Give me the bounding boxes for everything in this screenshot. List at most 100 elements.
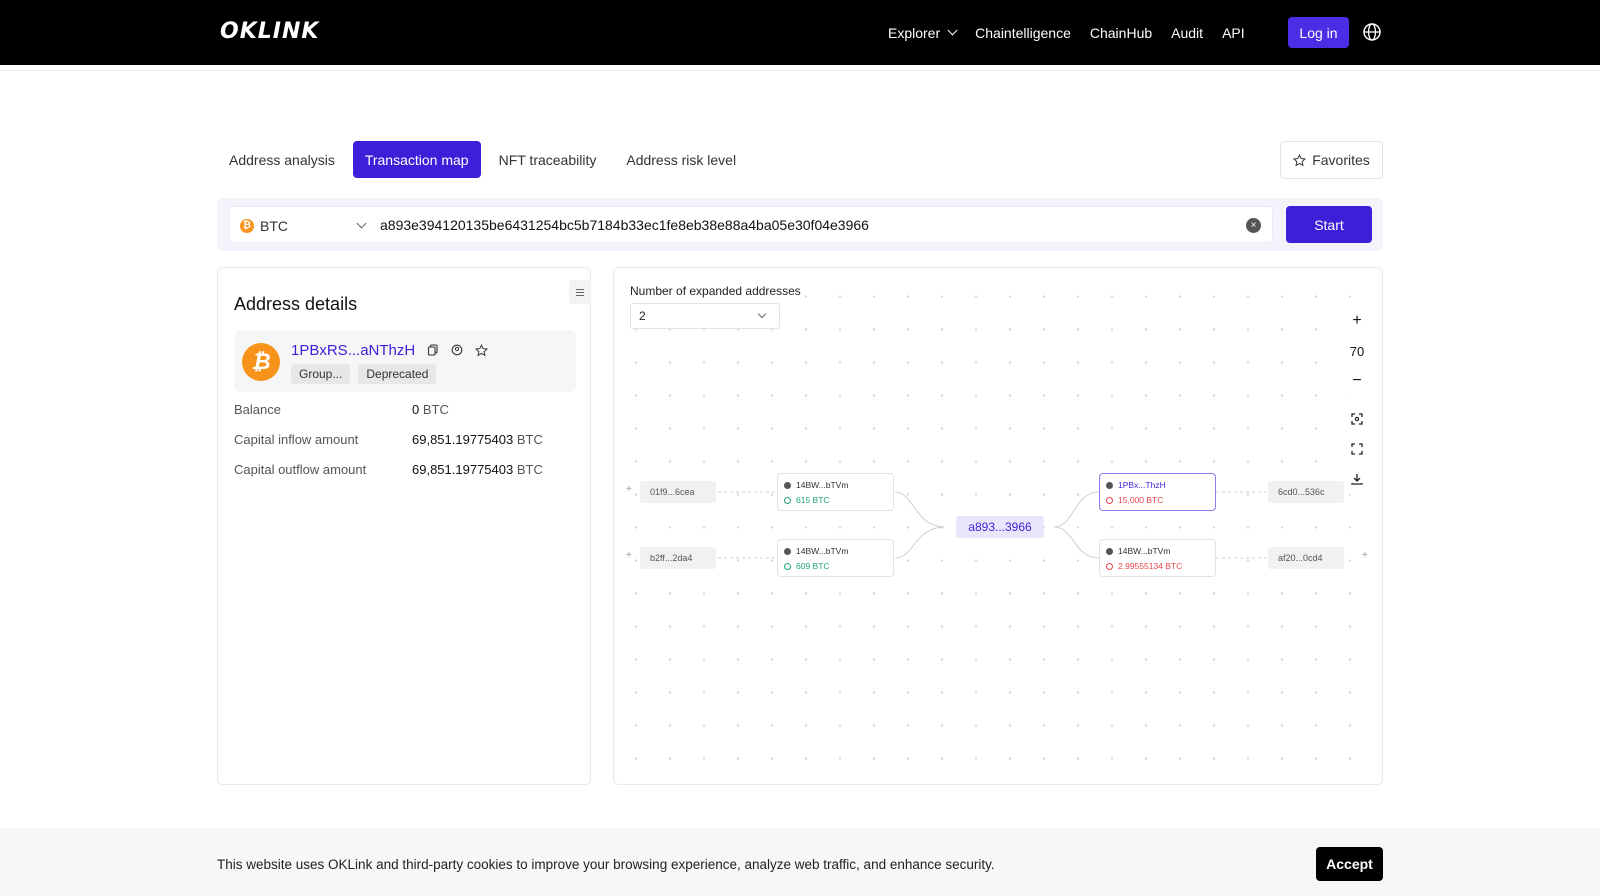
inflow-unit: BTC [516, 432, 543, 447]
bitcoin-icon: ₿ [240, 218, 254, 233]
chevron-down-icon [356, 218, 367, 229]
address-details-title: Address details [234, 294, 358, 314]
output-tx-hash: 6cd0...536c [1278, 487, 1325, 497]
favorite-star-icon[interactable] [474, 343, 488, 357]
expand-plus-icon[interactable]: + [1362, 550, 1368, 561]
tab-nft-traceability[interactable]: NFT traceability [487, 141, 609, 178]
download-icon[interactable] [1342, 464, 1372, 494]
input-amount: 609 BTC [796, 561, 830, 571]
address-details-panel: Address details ₿ 1PBxRS...aNThzH Group.… [217, 267, 591, 785]
collapse-panel-icon[interactable] [569, 280, 591, 304]
nav-explorer[interactable]: Explorer [888, 24, 958, 41]
search-box: ₿ BTC × [229, 206, 1273, 243]
balance-label: Balance [234, 402, 281, 417]
balance-unit: BTC [422, 402, 449, 417]
inflow-row: Capital inflow amount 69,851.19775403 BT… [234, 432, 543, 447]
search-input[interactable] [380, 207, 1230, 242]
nav-explorer-label: Explorer [888, 24, 941, 41]
clear-icon[interactable]: × [1246, 218, 1261, 233]
inflow-icon [784, 562, 791, 570]
output-tx-node[interactable]: af20...0cd4 [1268, 547, 1344, 569]
chain-select[interactable]: ₿ BTC [240, 207, 370, 244]
input-amount: 615 BTC [796, 495, 830, 505]
outflow-icon [1106, 496, 1113, 504]
main-nav: Explorer Chaintelligence ChainHub Audit … [888, 0, 1245, 65]
nav-chaintelligence[interactable]: Chaintelligence [975, 25, 1071, 41]
balance-value: 0 [412, 402, 420, 417]
transaction-map-panel[interactable]: Number of expanded addresses 2 + 70 − + … [613, 267, 1383, 785]
bitcoin-icon: ₿ [242, 343, 280, 381]
output-amount: 2.99555134 BTC [1118, 561, 1183, 571]
output-address: 14BW...bTVm [1118, 546, 1171, 556]
globe-icon[interactable] [1362, 22, 1382, 42]
search-bar: ₿ BTC × Start [217, 198, 1383, 251]
address-link[interactable]: 1PBxRS...aNThzH [291, 342, 415, 359]
address-dot-icon [784, 481, 791, 489]
address-actions [426, 343, 488, 357]
chevron-down-icon [757, 309, 767, 319]
tab-address-analysis[interactable]: Address analysis [217, 141, 347, 178]
input-tx-node[interactable]: b2ff...2da4 [640, 547, 716, 569]
cookie-banner: This website uses OKLink and third-party… [0, 828, 1600, 896]
outflow-label: Capital outflow amount [234, 462, 367, 477]
tab-address-risk-level[interactable]: Address risk level [614, 141, 748, 178]
favorites-label: Favorites [1312, 152, 1370, 168]
center-transaction-node[interactable]: a893...3966 [956, 516, 1044, 538]
input-tx-hash: b2ff...2da4 [650, 553, 693, 563]
nav-api[interactable]: API [1222, 25, 1245, 41]
input-address-node[interactable]: 14BW...bTVm 615 BTC [777, 473, 894, 511]
focus-icon[interactable] [1342, 404, 1372, 434]
login-button[interactable]: Log in [1288, 17, 1349, 48]
inflow-label: Capital inflow amount [234, 432, 359, 447]
qr-code-icon[interactable] [450, 343, 464, 357]
output-tx-hash: af20...0cd4 [1278, 553, 1323, 563]
input-tx-hash: 01f9...6cea [650, 487, 695, 497]
inflow-value: 69,851.19775403 [412, 432, 514, 447]
inflow-icon [784, 496, 791, 504]
top-navbar: OKLINK Explorer Chaintelligence ChainHub… [0, 0, 1600, 65]
expanded-addresses-value: 2 [639, 309, 646, 323]
address-dot-icon [1106, 547, 1113, 555]
nav-chainhub[interactable]: ChainHub [1090, 25, 1152, 41]
start-button[interactable]: Start [1286, 206, 1372, 243]
analysis-tabs: Address analysis Transaction map NFT tra… [217, 141, 754, 178]
outflow-row: Capital outflow amount 69,851.19775403 B… [234, 462, 543, 477]
output-address-node[interactable]: 14BW...bTVm 2.99555134 BTC [1099, 539, 1216, 577]
accept-cookies-button[interactable]: Accept [1316, 847, 1383, 881]
input-address: 14BW...bTVm [796, 546, 849, 556]
output-address-node[interactable]: 1PBx...ThzH 15,000 BTC [1099, 473, 1216, 511]
nav-divider [0, 65, 1600, 71]
copy-icon[interactable] [426, 343, 440, 357]
tag-group: Group... [291, 364, 351, 384]
zoom-level: 70 [1342, 336, 1372, 366]
address-dot-icon [1106, 481, 1113, 489]
expand-plus-icon[interactable]: + [626, 550, 632, 561]
address-dot-icon [784, 547, 791, 555]
outflow-icon [1106, 562, 1113, 570]
input-address: 14BW...bTVm [796, 480, 849, 490]
expanded-addresses-label: Number of expanded addresses [630, 284, 801, 298]
address-card: ₿ 1PBxRS...aNThzH Group... Deprecated [234, 330, 576, 392]
address-tags: Group... Deprecated [291, 364, 437, 384]
chevron-down-icon [947, 25, 958, 36]
zoom-out-button[interactable]: − [1342, 366, 1372, 396]
input-address-node[interactable]: 14BW...bTVm 609 BTC [777, 539, 894, 577]
outflow-value: 69,851.19775403 [412, 462, 514, 477]
star-icon [1293, 153, 1307, 166]
nav-audit[interactable]: Audit [1171, 25, 1203, 41]
chain-select-value: BTC [260, 217, 288, 234]
expand-plus-icon[interactable]: + [626, 484, 632, 495]
oklink-logo[interactable]: OKLINK [220, 19, 319, 44]
tag-deprecated: Deprecated [358, 364, 437, 384]
zoom-in-button[interactable]: + [1342, 306, 1372, 336]
tab-transaction-map[interactable]: Transaction map [352, 141, 481, 178]
favorites-button[interactable]: Favorites [1280, 141, 1383, 179]
outflow-unit: BTC [516, 462, 543, 477]
output-amount: 15,000 BTC [1118, 495, 1164, 505]
output-tx-node[interactable]: 6cd0...536c [1268, 481, 1344, 503]
fullscreen-icon[interactable] [1342, 434, 1372, 464]
output-address: 1PBx...ThzH [1118, 480, 1166, 490]
input-tx-node[interactable]: 01f9...6cea [640, 481, 716, 503]
balance-row: Balance 0 BTC [234, 402, 449, 417]
expanded-addresses-select[interactable]: 2 [630, 303, 780, 329]
